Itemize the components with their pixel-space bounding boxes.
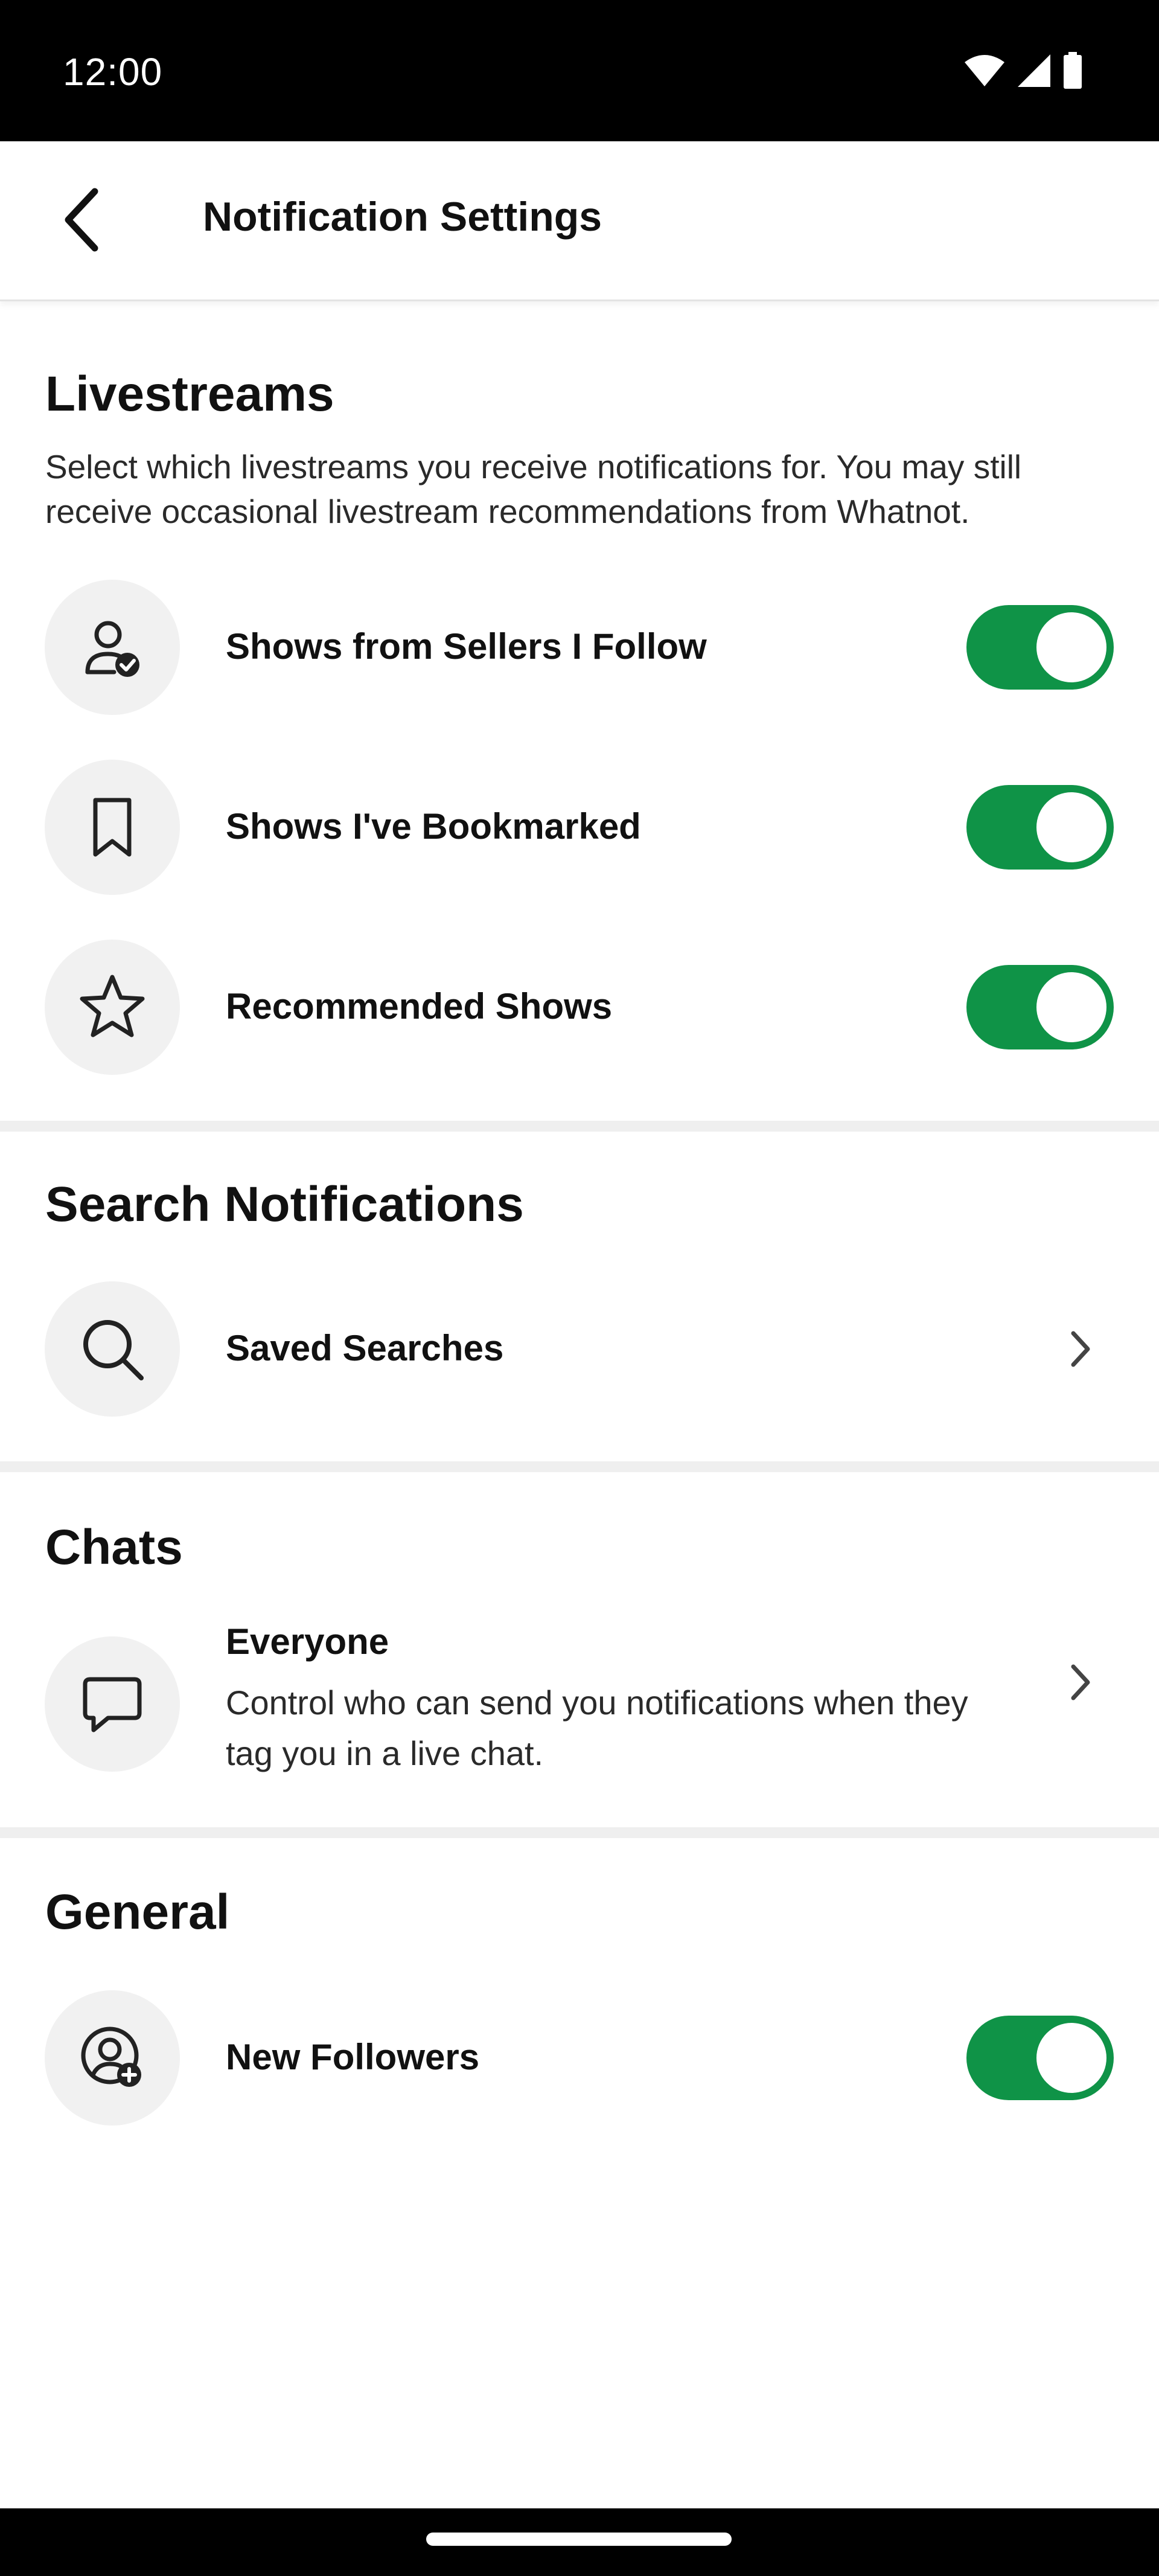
new-followers-label: New Followers [226,2037,480,2077]
status-time: 12:00 [63,50,163,94]
saved-searches-row[interactable]: Saved Searches [0,1281,1159,1417]
search-notifications-title: Search Notifications [45,1177,524,1232]
chats-section-title: Chats [45,1520,183,1575]
bookmark-icon [45,760,180,895]
star-icon [45,940,180,1075]
livestreams-description: Select which livestreams you receive not… [45,448,1022,530]
back-arrow-icon [65,188,98,252]
section-divider [0,1121,1159,1132]
page-title: Notification Settings [203,194,602,240]
cell-signal-icon [1017,53,1052,91]
general-section-title: General [45,1885,230,1940]
list-item-bookmarked-shows: Shows I've Bookmarked [0,760,1159,895]
toggle-knob [1036,792,1106,862]
toggle-knob [1036,612,1106,682]
app-bar: Notification Settings [0,141,1159,301]
toggle-knob [1036,2023,1106,2093]
list-item-shows-from-sellers: Shows from Sellers I Follow [0,580,1159,715]
user-plus-icon [45,1990,180,2126]
chevron-right-icon [1062,1325,1099,1373]
sellers-follow-toggle[interactable] [966,605,1114,690]
wifi-icon [963,54,1006,91]
section-divider [0,1827,1159,1838]
new-followers-toggle[interactable] [966,2016,1114,2100]
search-icon [45,1281,180,1417]
sellers-follow-label: Shows from Sellers I Follow [226,626,707,667]
user-check-icon [45,580,180,715]
list-item-new-followers: New Followers [0,1990,1159,2126]
chat-everyone-label: Everyone [226,1621,389,1662]
livestreams-section-title: Livestreams [45,367,334,421]
recommended-label: Recommended Shows [226,986,613,1027]
bookmarked-toggle[interactable] [966,785,1114,870]
back-button[interactable] [51,184,111,256]
recommended-toggle[interactable] [966,965,1114,1049]
saved-searches-label: Saved Searches [226,1328,504,1368]
section-divider [0,1461,1159,1472]
chat-everyone-description: Control who can send you notifications w… [226,1684,968,1772]
bookmarked-label: Shows I've Bookmarked [226,806,641,847]
chevron-right-icon [1062,1658,1099,1706]
home-handle[interactable] [426,2533,732,2546]
chat-bubble-icon [45,1636,180,1772]
navigation-bar [0,2508,1159,2576]
toggle-knob [1036,972,1106,1042]
status-icons [963,52,1083,92]
list-item-recommended-shows: Recommended Shows [0,940,1159,1075]
status-bar: 12:00 [0,0,1159,141]
battery-icon [1062,52,1083,92]
chat-everyone-row[interactable]: Everyone Control who can send you notifi… [0,1621,1159,1781]
